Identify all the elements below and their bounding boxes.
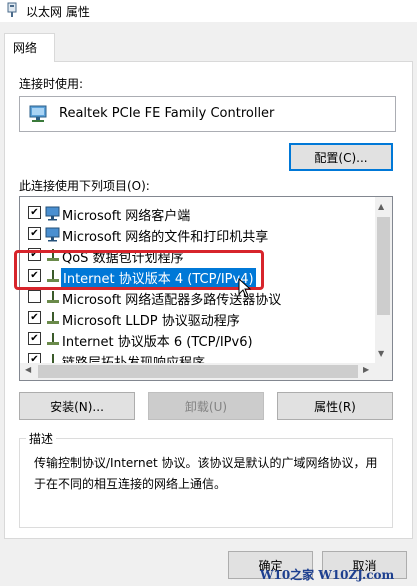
description-group: 描述 传输控制协议/Internet 协议。该协议是默认的广域网络协议，用于在不… (19, 430, 393, 528)
list-item[interactable]: ✔ Microsoft LLDP 协议驱动程序 (20, 308, 370, 329)
mouse-cursor-icon (238, 278, 252, 298)
vertical-scroll-thumb[interactable] (377, 217, 390, 315)
scroll-right-icon[interactable]: ▶ (363, 365, 369, 374)
list-item[interactable]: ✔ Microsoft 网络的文件和打印机共享 (20, 224, 370, 245)
checkbox[interactable]: ✔ (28, 206, 41, 219)
list-item-label: Microsoft 网络的文件和打印机共享 (62, 230, 269, 245)
list-item[interactable]: ✔ Microsoft 网络客户端 (20, 203, 370, 224)
checkbox[interactable] (28, 290, 41, 303)
scroll-down-icon[interactable]: ▼ (378, 349, 384, 358)
description-text: 传输控制协议/Internet 协议。该协议是默认的广域网络协议，用于在不同的相… (34, 456, 378, 491)
tab-network[interactable]: 网络 (4, 33, 55, 62)
list-item-label: Microsoft LLDP 协议驱动程序 (62, 314, 240, 329)
list-item-label: Internet 协议版本 6 (TCP/IPv6) (62, 335, 253, 350)
description-legend: 描述 (26, 430, 57, 447)
configure-button[interactable]: 配置(C)... (289, 143, 393, 171)
protocol-icon (47, 333, 59, 345)
horizontal-scrollbar[interactable]: ◀ ▶ (20, 363, 392, 380)
window-title: 以太网 属性 (26, 5, 90, 19)
network-client-icon (45, 227, 60, 242)
network-client-icon (45, 206, 60, 221)
checkbox[interactable]: ✔ (28, 311, 41, 324)
list-item-label: Microsoft 网络客户端 (62, 209, 191, 224)
adapter-name: Realtek PCIe FE Family Controller (59, 106, 275, 121)
checkbox[interactable]: ✔ (28, 332, 41, 345)
vertical-scrollbar[interactable]: ▲ ▼ (375, 197, 392, 363)
items-label: 此连接使用下列项目(O): (19, 179, 150, 193)
scroll-left-icon[interactable]: ◀ (25, 365, 31, 374)
watermark: W10之家 W10ZJ.com (260, 568, 395, 582)
title-bar[interactable]: 以太网 属性 (0, 0, 417, 22)
network-card-icon (29, 105, 47, 122)
scroll-up-icon[interactable]: ▲ (378, 202, 384, 211)
highlight-box (14, 250, 264, 290)
checkbox[interactable]: ✔ (28, 227, 41, 240)
tab-network-label: 网络 (13, 41, 38, 55)
list-item[interactable]: Microsoft 网络适配器多路传送器协议 (20, 287, 370, 308)
install-button[interactable]: 安装(N)... (19, 392, 135, 420)
list-item[interactable]: ✔ Internet 协议版本 6 (TCP/IPv6) (20, 329, 370, 350)
uninstall-button[interactable]: 卸载(U) (148, 392, 264, 420)
network-adapter-icon (7, 2, 17, 17)
connect-using-label: 连接时使用: (19, 77, 84, 91)
adapter-box: Realtek PCIe FE Family Controller (19, 96, 396, 132)
properties-button[interactable]: 属性(R) (277, 392, 393, 420)
protocol-icon (47, 291, 59, 303)
horizontal-scroll-thumb[interactable] (38, 365, 358, 378)
protocol-icon (47, 312, 59, 324)
